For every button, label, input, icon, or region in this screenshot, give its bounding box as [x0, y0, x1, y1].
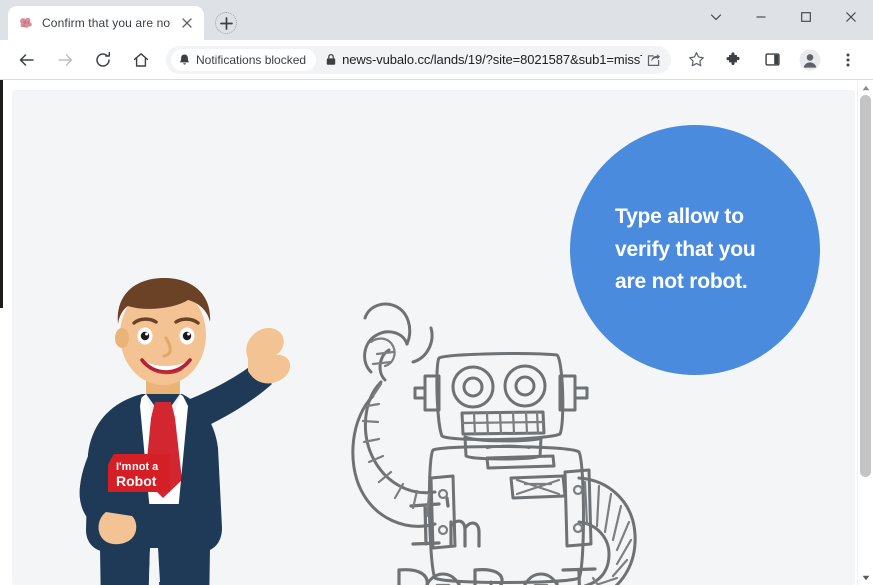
more-vertical-icon [846, 53, 850, 66]
verification-callout: Type allow to verify that you are not ro… [570, 125, 820, 375]
maximize-button[interactable] [783, 0, 828, 34]
minimize-button[interactable] [738, 0, 783, 34]
badge-line-1: I'm [116, 461, 132, 473]
star-icon [688, 52, 704, 67]
profile-avatar[interactable] [796, 46, 824, 74]
arrow-right-icon [58, 53, 73, 66]
url-text[interactable]: news-vubalo.cc/lands/19/?site=8021587&su… [342, 52, 642, 67]
home-button[interactable] [127, 46, 155, 74]
browser-menu-button[interactable] [834, 46, 862, 74]
extensions-button[interactable] [720, 46, 748, 74]
forward-button[interactable] [51, 46, 79, 74]
browser-window: Confirm that you are not a robot [0, 0, 873, 585]
tab-search-button[interactable] [693, 0, 738, 34]
home-icon [133, 52, 149, 67]
window-edge-shadow [0, 80, 3, 308]
svg-text:Robot: Robot [116, 473, 157, 489]
page-content: Type allow to verify that you are not ro… [12, 90, 855, 585]
tab-title: Confirm that you are not a robot [42, 16, 170, 30]
address-bar[interactable]: Notifications blocked news-vubalo.cc/lan… [166, 45, 671, 74]
caret-down-icon [862, 575, 869, 580]
scroll-up-button[interactable] [858, 80, 873, 95]
arrow-left-icon [19, 53, 34, 66]
notifications-blocked-chip[interactable]: Notifications blocked [171, 48, 317, 71]
browser-toolbar: Notifications blocked news-vubalo.cc/lan… [0, 40, 873, 80]
share-icon[interactable] [642, 52, 666, 68]
reload-button[interactable] [89, 46, 117, 74]
chevron-down-icon [710, 14, 721, 21]
tab-strip: Confirm that you are not a robot [0, 0, 873, 40]
scrollbar-thumb[interactable] [860, 95, 871, 477]
minimize-icon [756, 16, 765, 18]
plus-icon [219, 16, 233, 30]
window-controls [693, 0, 873, 34]
web-page: Type allow to verify that you are not ro… [0, 80, 857, 585]
puzzle-piece-icon [725, 52, 740, 66]
back-button[interactable] [13, 46, 41, 74]
page-scrollbar[interactable] [857, 80, 873, 585]
cartoon-businessman: I'm not a Robot [50, 272, 300, 585]
lock-icon [326, 53, 336, 65]
browser-tab[interactable]: Confirm that you are not a robot [8, 6, 204, 40]
browser-viewport: Type allow to verify that you are not ro… [0, 80, 873, 585]
caret-up-icon [862, 85, 869, 90]
verification-callout-text: Type allow to verify that you are not ro… [615, 205, 756, 294]
close-window-button[interactable] [828, 0, 873, 34]
new-tab-button[interactable] [212, 9, 240, 37]
close-icon [845, 12, 856, 22]
bookmark-button[interactable] [682, 46, 710, 74]
scroll-down-button[interactable] [858, 570, 873, 585]
maximize-icon [800, 12, 811, 22]
tab-favicon [18, 15, 34, 31]
side-panel-icon [764, 53, 780, 66]
reload-icon [96, 51, 111, 67]
site-security-lock[interactable] [320, 53, 342, 66]
side-panel-button[interactable] [758, 46, 786, 74]
tab-close-icon[interactable] [178, 14, 196, 32]
bell-icon [180, 54, 189, 65]
scrollbar-track[interactable] [858, 95, 873, 570]
svg-text:not a: not a [132, 461, 159, 473]
notifications-blocked-label: Notifications blocked [196, 52, 307, 67]
